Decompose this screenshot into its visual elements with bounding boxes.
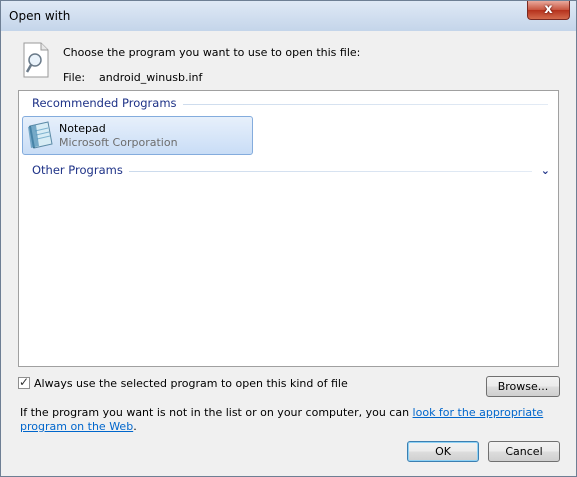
help-text: If the program you want is not in the li…: [20, 406, 560, 434]
cancel-button[interactable]: Cancel: [488, 441, 560, 462]
title-bar[interactable]: Open with x: [1, 1, 576, 31]
file-label: File:: [63, 71, 86, 84]
chevron-down-icon[interactable]: ⌄: [541, 164, 550, 177]
always-use-checkbox[interactable]: ✓: [18, 375, 30, 389]
dialog-content: Choose the program you want to use to op…: [9, 31, 568, 468]
open-with-dialog: Open with x Choose the program you want …: [0, 0, 577, 477]
group-other-programs[interactable]: Other Programs ⌄: [19, 163, 558, 179]
program-name: Notepad: [59, 122, 106, 135]
close-icon: x: [544, 2, 553, 17]
ok-button[interactable]: OK: [407, 441, 479, 462]
checkmark-icon: ✓: [19, 375, 30, 389]
group-title-recommended: Recommended Programs: [32, 96, 183, 110]
group-title-other: Other Programs: [32, 163, 129, 177]
notepad-icon: [28, 121, 53, 149]
close-button[interactable]: x: [527, 1, 570, 20]
help-text-after: .: [133, 420, 137, 433]
file-name: android_winusb.inf: [99, 71, 203, 84]
window-title: Open with: [9, 9, 71, 23]
file-search-icon: [23, 42, 49, 78]
browse-button[interactable]: Browse...: [486, 376, 560, 397]
help-text-before: If the program you want is not in the li…: [20, 406, 413, 419]
program-item-notepad[interactable]: Notepad Microsoft Corporation: [22, 116, 253, 155]
program-publisher: Microsoft Corporation: [59, 136, 178, 149]
program-list[interactable]: Recommended Programs Notepad Microsoft C…: [18, 90, 559, 367]
always-use-label[interactable]: Always use the selected program to open …: [34, 377, 348, 390]
prompt-text: Choose the program you want to use to op…: [63, 46, 361, 59]
group-recommended-programs[interactable]: Recommended Programs: [19, 96, 558, 112]
